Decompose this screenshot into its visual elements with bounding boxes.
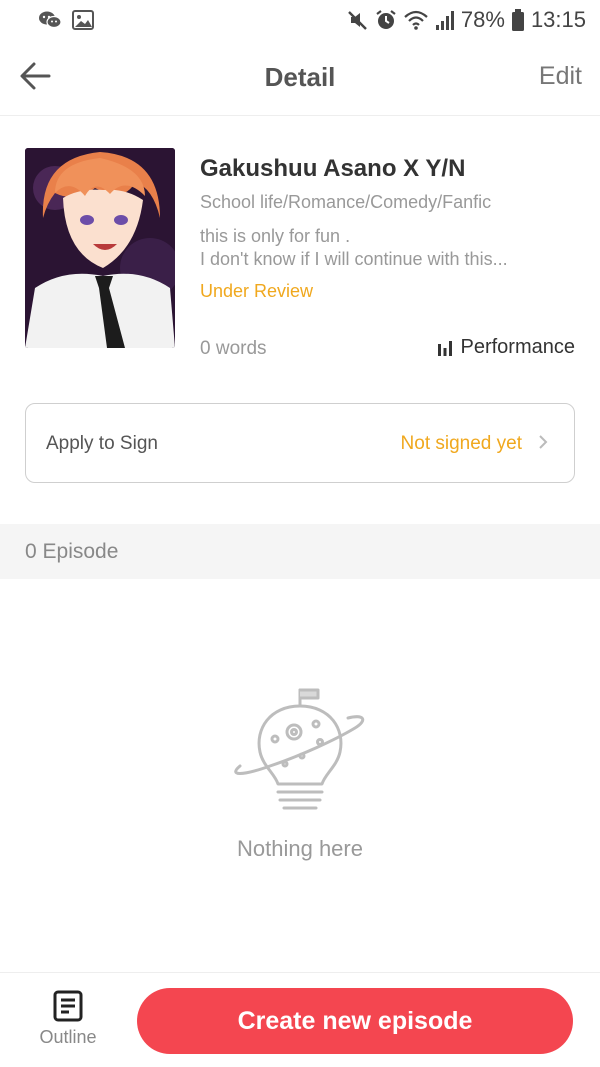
header: Detail Edit: [0, 40, 600, 116]
empty-state-text: Nothing here: [237, 836, 363, 861]
signal-icon: [435, 11, 454, 30]
apply-to-sign-card[interactable]: Apply to Sign Not signed yet: [25, 403, 575, 483]
status-bar: 78% 13:15: [0, 0, 600, 40]
status-bar-right: 78% 13:15: [347, 7, 586, 33]
episode-count: 0 Episode: [25, 540, 119, 563]
performance-button[interactable]: Performance: [437, 336, 576, 359]
book-genre: School life/Romance/Comedy/Fanfic: [200, 192, 492, 212]
empty-state-lightbulb-planet-icon: [234, 688, 365, 810]
word-count: 0 words: [200, 338, 267, 359]
clock: 13:15: [530, 7, 586, 32]
outline-label: Outline: [39, 1027, 97, 1047]
bar-chart-icon: [437, 340, 452, 356]
book-title: Gakushuu Asano X Y/N: [200, 155, 466, 182]
episode-section-header: 0 Episode: [0, 524, 600, 579]
battery-icon: [511, 9, 524, 31]
wifi-icon: [404, 10, 428, 30]
book-description-line-1: this is only for fun .: [200, 226, 351, 246]
outline-icon: [53, 990, 83, 1022]
wechat-icon: [39, 11, 62, 29]
bottom-bar: Outline Create new episode: [0, 972, 600, 1067]
apply-to-sign-label: Apply to Sign: [46, 433, 158, 454]
create-new-episode-button[interactable]: Create new episode: [137, 988, 573, 1054]
book-description: this is only for fun . I don't know if I…: [200, 225, 560, 271]
alarm-icon: [376, 10, 396, 29]
review-status: Under Review: [200, 281, 314, 301]
chevron-right-icon: [539, 435, 548, 449]
edit-button[interactable]: Edit: [539, 62, 582, 91]
status-bar-left: [38, 10, 94, 30]
page-title: Detail: [264, 62, 336, 92]
book-description-line-2: I don't know if I will continue with thi…: [200, 249, 508, 269]
outline-button[interactable]: Outline: [26, 989, 110, 1048]
sign-status: Not signed yet: [400, 433, 522, 454]
image-icon: [72, 10, 94, 30]
performance-label: Performance: [460, 336, 576, 358]
battery-percent: 78%: [460, 7, 505, 32]
mute-icon: [348, 11, 367, 30]
cover-artwork: [25, 148, 175, 348]
book-cover[interactable]: [25, 148, 175, 348]
